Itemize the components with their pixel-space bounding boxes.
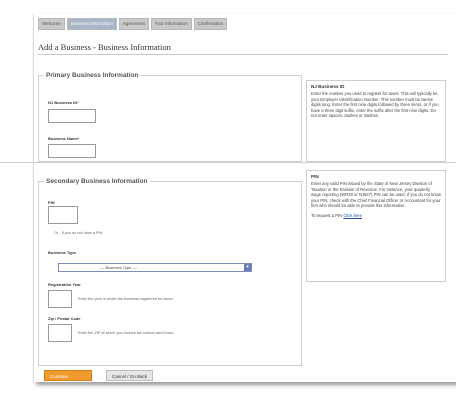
- wizard-tabs: Welcome Business Information Agreement Y…: [38, 18, 228, 30]
- business-type-select[interactable]: ---- Business Type ---- ▾: [58, 263, 252, 272]
- business-type-label: Business Type: [48, 250, 76, 255]
- section-divider: [0, 162, 456, 163]
- tab-business-information[interactable]: Business Information: [66, 18, 117, 30]
- secondary-legend: Secondary Business Information: [46, 178, 148, 185]
- pin-request-line: To request a PIN Click here: [311, 213, 441, 218]
- pin-label: PIN: [48, 200, 55, 205]
- pin-request-link[interactable]: Click here: [343, 213, 362, 218]
- page-title: Add a Business - Business Information: [38, 42, 171, 52]
- title-divider: [38, 54, 448, 55]
- nj-help-text: Enter the number you used to register fo…: [311, 91, 439, 119]
- pin-help-text: Enter any valid PIN issued by the State …: [311, 181, 441, 209]
- nj-business-id-help: NJ Business ID Enter the number you used…: [306, 80, 446, 162]
- nj-business-id-label: NJ Business ID*: [48, 100, 79, 105]
- pin-note: Or - If you do not have a PIN: [54, 231, 103, 235]
- zip-label: Zip / Postal Code: [48, 316, 81, 321]
- tab-confirmation[interactable]: Confirmation: [193, 18, 228, 30]
- tab-your-information[interactable]: Your Information: [150, 18, 192, 30]
- nj-help-heading: NJ Business ID: [311, 84, 345, 89]
- nj-business-id-input[interactable]: [48, 109, 96, 123]
- pin-request-prefix: To request a PIN: [311, 213, 343, 219]
- business-type-value: ---- Business Type ----: [99, 265, 138, 270]
- registration-year-note: Enter the year in which the business reg…: [78, 297, 174, 301]
- pin-help: PIN Enter any valid PIN issued by the St…: [306, 170, 446, 282]
- chevron-down-icon[interactable]: ▾: [244, 264, 251, 271]
- zip-note: Enter the ZIP at which you receive tax n…: [78, 331, 174, 335]
- cancel-button[interactable]: Cancel / Go Back: [106, 370, 154, 381]
- registration-year-input[interactable]: [48, 290, 72, 308]
- page-panel: Welcome Business Information Agreement Y…: [0, 14, 456, 382]
- tab-agreement[interactable]: Agreement: [118, 18, 149, 30]
- continue-button[interactable]: Continue: [44, 370, 92, 381]
- tab-welcome[interactable]: Welcome: [38, 18, 65, 30]
- registration-year-label: Registration Year: [48, 282, 81, 287]
- pin-help-heading: PIN: [311, 174, 319, 179]
- zip-input[interactable]: [48, 324, 72, 342]
- pin-input[interactable]: [48, 206, 78, 224]
- business-name-label: Business Name*: [48, 136, 80, 141]
- primary-legend: Primary Business Information: [46, 72, 139, 79]
- business-name-input[interactable]: [48, 144, 96, 158]
